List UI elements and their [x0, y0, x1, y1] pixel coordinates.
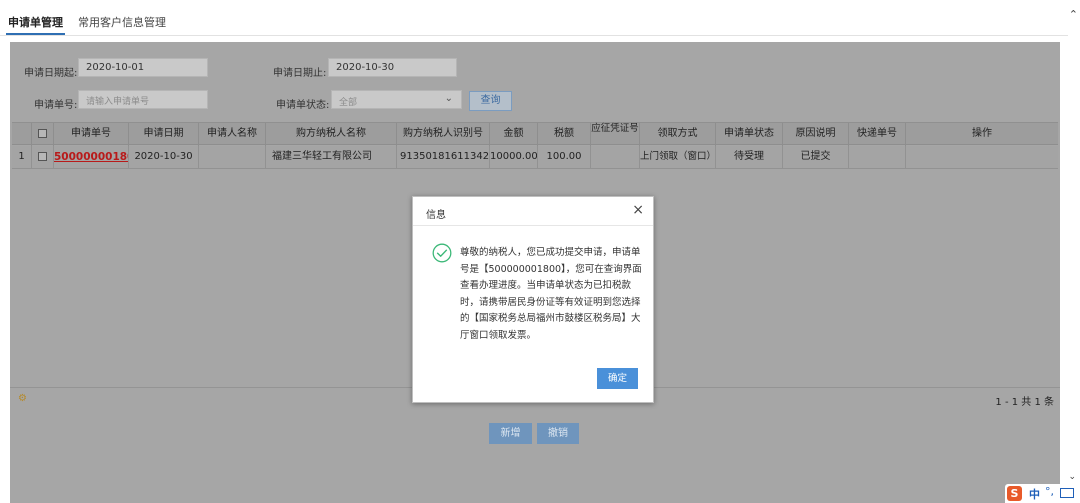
date-to-label: 申请日期止:	[273, 68, 327, 79]
dialog-message: 尊敬的纳税人，您已成功提交申请，申请单号是【500000001800】，您可在查…	[460, 247, 642, 341]
select-all-checkbox[interactable]	[32, 123, 54, 146]
scroll-up-icon[interactable]: ⌃	[1069, 8, 1078, 21]
revoke-button[interactable]: 撤销	[537, 423, 579, 444]
table-header: 申请单号 申请日期 申请人名称 购方纳税人名称 购方纳税人识别号 金额 税额 应…	[12, 122, 1058, 146]
tab-order-management[interactable]: 申请单管理	[6, 14, 65, 35]
order-no-input[interactable]: 请输入申请单号	[78, 90, 208, 109]
col-tax: 税额	[538, 123, 591, 146]
add-button[interactable]: 新增	[489, 423, 532, 444]
ime-logo-icon[interactable]: S	[1007, 486, 1022, 501]
ime-punct-icon[interactable]: °,	[1045, 485, 1054, 498]
col-pickup: 领取方式	[640, 123, 716, 146]
row-amount: 10000.00	[490, 146, 538, 169]
col-express-no: 快递单号	[849, 123, 906, 146]
row-reason: 已提交	[783, 146, 849, 169]
pagination-info: 1 - 1 共 1 条	[995, 397, 1054, 408]
row-applicant	[199, 146, 266, 169]
success-check-icon	[432, 243, 452, 263]
row-buyer-name: 福建三华轻工有限公司	[266, 146, 397, 169]
dialog-title: 信息	[426, 210, 446, 221]
ok-button[interactable]: 确定	[597, 368, 638, 389]
date-from-input[interactable]: 2020-10-01	[78, 58, 208, 77]
row-status: 待受理	[716, 146, 783, 169]
row-voucher-no	[591, 146, 640, 169]
chevron-down-icon: ⌄	[444, 93, 453, 104]
col-amount: 金额	[490, 123, 538, 146]
scroll-down-icon[interactable]: ⌄	[1068, 472, 1076, 482]
col-voucher-no: 应征凭证号	[591, 123, 640, 146]
status-label: 申请单状态:	[276, 100, 330, 111]
ime-toolbar[interactable]: S 中 °,	[1005, 484, 1080, 503]
col-action: 操作	[972, 128, 992, 139]
row-checkbox[interactable]	[32, 146, 54, 169]
tab-customer-info[interactable]: 常用客户信息管理	[78, 14, 166, 30]
row-order-no-link[interactable]: 500000001800	[54, 146, 129, 169]
row-express-no	[849, 146, 906, 169]
col-order-no: 申请单号	[54, 123, 129, 146]
query-button[interactable]: 查询	[469, 91, 512, 111]
ime-mode[interactable]: 中	[1029, 486, 1040, 502]
date-from-label: 申请日期起:	[24, 68, 78, 79]
row-action[interactable]	[906, 146, 1058, 169]
col-date: 申请日期	[129, 123, 199, 146]
close-icon[interactable]: ×	[632, 203, 644, 217]
info-dialog: 信息 × 尊敬的纳税人，您已成功提交申请，申请单号是【500000001800】…	[412, 196, 654, 403]
status-select-value: 全部	[339, 98, 358, 108]
refresh-icon[interactable]: ⚙	[18, 393, 27, 404]
col-buyer-name: 购方纳税人名称	[266, 123, 397, 146]
row-buyer-tax-id: 9135018161134217	[397, 146, 490, 169]
col-applicant: 申请人名称	[199, 123, 266, 146]
col-reason: 原因说明	[783, 123, 849, 146]
row-date: 2020-10-30	[129, 146, 199, 169]
keyboard-icon[interactable]	[1060, 488, 1074, 498]
date-to-input[interactable]: 2020-10-30	[328, 58, 457, 77]
table-row[interactable]: 1 500000001800 2020-10-30 福建三华轻工有限公司 913…	[12, 146, 1058, 169]
row-pickup: 上门领取（窗口）	[640, 146, 716, 169]
tab-bar: 申请单管理 常用客户信息管理	[0, 0, 1068, 36]
row-tax: 100.00	[538, 146, 591, 169]
row-index: 1	[12, 146, 32, 169]
status-select[interactable]: 全部 ⌄	[331, 90, 462, 109]
dialog-header: 信息 ×	[413, 197, 653, 226]
col-status: 申请单状态	[716, 123, 783, 146]
col-buyer-tax-id: 购方纳税人识别号	[397, 123, 490, 146]
order-no-label: 申请单号:	[34, 100, 78, 111]
